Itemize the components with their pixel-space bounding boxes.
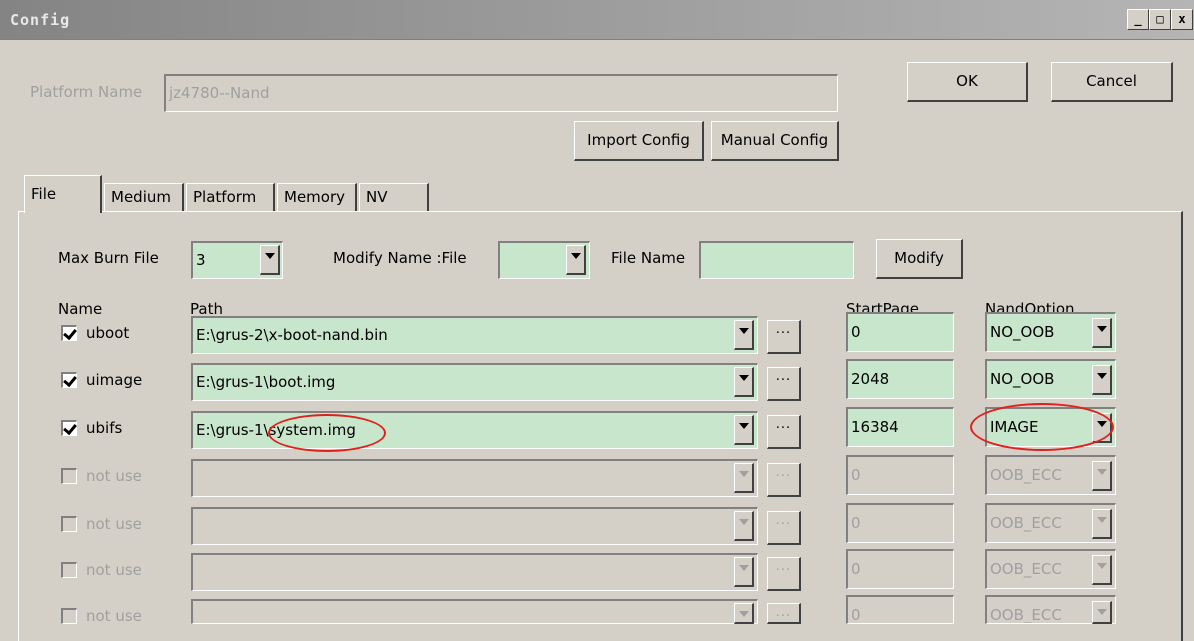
manual-config-button[interactable]: Manual Config: [711, 121, 839, 161]
row-checkbox[interactable]: [61, 372, 77, 388]
start-page-input[interactable]: 0: [846, 455, 954, 495]
path-dropdown-icon[interactable]: [734, 463, 754, 493]
column-header-name: Name: [58, 300, 103, 318]
nand-option-dropdown-icon[interactable]: [1092, 365, 1112, 395]
row-name: uboot: [86, 324, 130, 342]
path-dropdown-icon[interactable]: [734, 415, 754, 445]
minimize-icon[interactable]: _: [1127, 9, 1149, 30]
tab-memory[interactable]: Memory: [277, 183, 357, 213]
close-icon[interactable]: x: [1171, 9, 1193, 30]
row-name: uimage: [86, 371, 143, 389]
tab-medium[interactable]: Medium: [104, 183, 184, 213]
browse-button[interactable]: ...: [767, 557, 801, 591]
row-name: not use: [86, 607, 142, 625]
path-dropdown-icon[interactable]: [734, 603, 754, 624]
nand-option-dropdown-icon[interactable]: [1092, 318, 1112, 348]
start-page-input[interactable]: 16384: [846, 407, 954, 447]
path-dropdown-icon[interactable]: [734, 320, 754, 350]
tab-file[interactable]: File: [24, 175, 102, 213]
row-name: not use: [86, 515, 142, 533]
browse-button[interactable]: ...: [767, 320, 801, 354]
row-name: not use: [86, 561, 142, 579]
path-select[interactable]: [191, 507, 758, 545]
path-select[interactable]: [191, 459, 758, 497]
max-burn-file-dropdown-icon[interactable]: [260, 245, 280, 275]
start-page-input[interactable]: 2048: [846, 359, 954, 399]
file-name-input[interactable]: [699, 241, 854, 279]
tab-nv[interactable]: NV: [359, 183, 429, 213]
row-name: ubifs: [86, 419, 123, 437]
start-page-input[interactable]: 0: [846, 312, 954, 352]
platform-name-field[interactable]: jz4780--Nand: [164, 74, 838, 112]
max-burn-file-label: Max Burn File: [58, 249, 159, 267]
nand-option-dropdown-icon[interactable]: [1092, 413, 1112, 443]
browse-button[interactable]: ...: [767, 463, 801, 497]
file-name-label: File Name: [611, 249, 686, 267]
modify-name-label: Modify Name :File: [333, 249, 467, 267]
platform-name-label: Platform Name: [30, 83, 143, 101]
row-checkbox[interactable]: [61, 516, 77, 532]
title-bar[interactable]: Config _ □ x: [0, 0, 1194, 40]
path-select[interactable]: E:\grus-1\boot.img: [191, 363, 758, 401]
row-checkbox[interactable]: [61, 325, 77, 341]
start-page-input[interactable]: 0: [846, 549, 954, 589]
modify-name-dropdown-icon[interactable]: [566, 245, 586, 275]
path-select[interactable]: [191, 599, 758, 624]
path-dropdown-icon[interactable]: [734, 511, 754, 541]
maximize-icon[interactable]: □: [1149, 9, 1171, 30]
nand-option-dropdown-icon[interactable]: [1092, 461, 1112, 491]
path-dropdown-icon[interactable]: [734, 367, 754, 397]
ok-button[interactable]: OK: [907, 62, 1028, 102]
path-select[interactable]: E:\grus-2\x-boot-nand.bin: [191, 316, 758, 354]
nand-option-dropdown-icon[interactable]: [1092, 509, 1112, 539]
path-select[interactable]: E:\grus-1\system.img: [191, 411, 758, 449]
browse-button[interactable]: ...: [767, 511, 801, 545]
path-dropdown-icon[interactable]: [734, 557, 754, 587]
nand-option-dropdown-icon[interactable]: [1092, 601, 1112, 624]
cancel-button[interactable]: Cancel: [1051, 62, 1173, 102]
modify-button[interactable]: Modify: [876, 239, 963, 279]
row-checkbox[interactable]: [61, 468, 77, 484]
row-checkbox[interactable]: [61, 562, 77, 578]
window-title: Config: [10, 11, 71, 29]
path-select[interactable]: [191, 553, 758, 591]
import-config-button[interactable]: Import Config: [574, 121, 704, 161]
browse-button[interactable]: ...: [767, 367, 801, 401]
config-window: Config _ □ x Platform Name jz4780--Nand …: [0, 0, 1194, 641]
nand-option-dropdown-icon[interactable]: [1092, 555, 1112, 585]
tab-platform[interactable]: Platform: [186, 183, 275, 213]
row-name: not use: [86, 467, 142, 485]
browse-button[interactable]: ...: [767, 415, 801, 449]
row-checkbox[interactable]: [61, 420, 77, 436]
browse-button[interactable]: ...: [767, 603, 801, 624]
start-page-input[interactable]: 0: [846, 595, 954, 624]
row-checkbox[interactable]: [61, 608, 77, 624]
start-page-input[interactable]: 0: [846, 503, 954, 543]
